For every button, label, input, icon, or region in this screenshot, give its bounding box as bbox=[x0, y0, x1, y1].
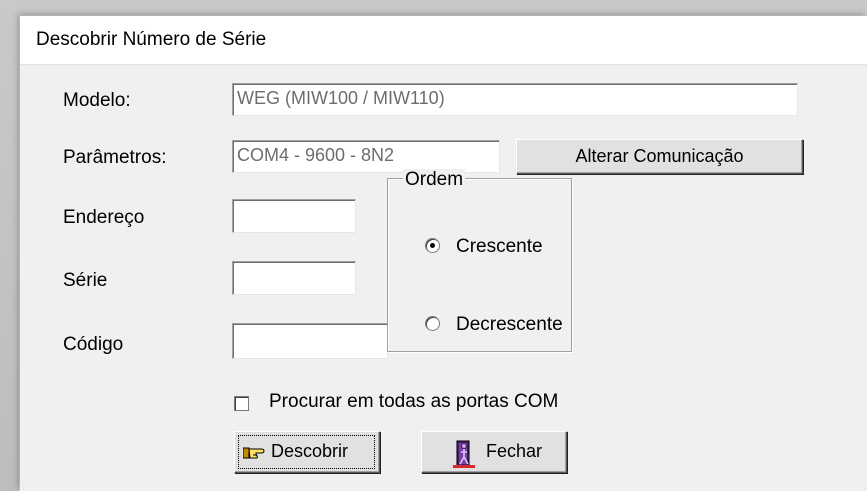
ordem-legend: Ordem bbox=[403, 169, 466, 191]
window-title: Descobrir Número de Série bbox=[36, 29, 267, 50]
modelo-label: Modelo: bbox=[63, 90, 131, 111]
alterar-comunicacao-button[interactable]: Alterar Comunicação bbox=[516, 139, 803, 174]
door-exit-icon bbox=[453, 440, 475, 468]
serie-input[interactable] bbox=[232, 261, 356, 295]
radio-selected-dot bbox=[430, 243, 435, 248]
alterar-comunicacao-label: Alterar Comunicação bbox=[575, 146, 744, 166]
fechar-label: Fechar bbox=[486, 441, 543, 461]
radio-crescente-label[interactable]: Crescente bbox=[456, 236, 543, 258]
codigo-label: Código bbox=[63, 334, 124, 355]
modelo-field[interactable]: WEG (MIW100 / MIW110) bbox=[232, 83, 798, 116]
radio-decrescente-indicator[interactable] bbox=[425, 316, 440, 331]
checkbox-all-ports-label[interactable]: Procurar em todas as portas COM bbox=[269, 391, 558, 413]
serie-label: Série bbox=[63, 270, 108, 291]
codigo-input[interactable] bbox=[232, 323, 388, 359]
radio-crescente-indicator[interactable] bbox=[425, 238, 440, 253]
descobrir-label: Descobrir bbox=[271, 441, 349, 461]
pointing-hand-icon bbox=[243, 447, 265, 459]
checkbox-all-ports-box[interactable] bbox=[234, 396, 249, 411]
descobrir-button[interactable]: Descobrir bbox=[234, 431, 380, 473]
title-bar: Descobrir Número de Série bbox=[20, 16, 867, 65]
fechar-button[interactable]: Fechar bbox=[421, 431, 567, 473]
parametros-label: Parâmetros: bbox=[63, 147, 167, 168]
endereco-label: Endereço bbox=[63, 207, 145, 228]
endereco-input[interactable] bbox=[232, 199, 356, 233]
radio-decrescente-label[interactable]: Decrescente bbox=[456, 314, 563, 336]
